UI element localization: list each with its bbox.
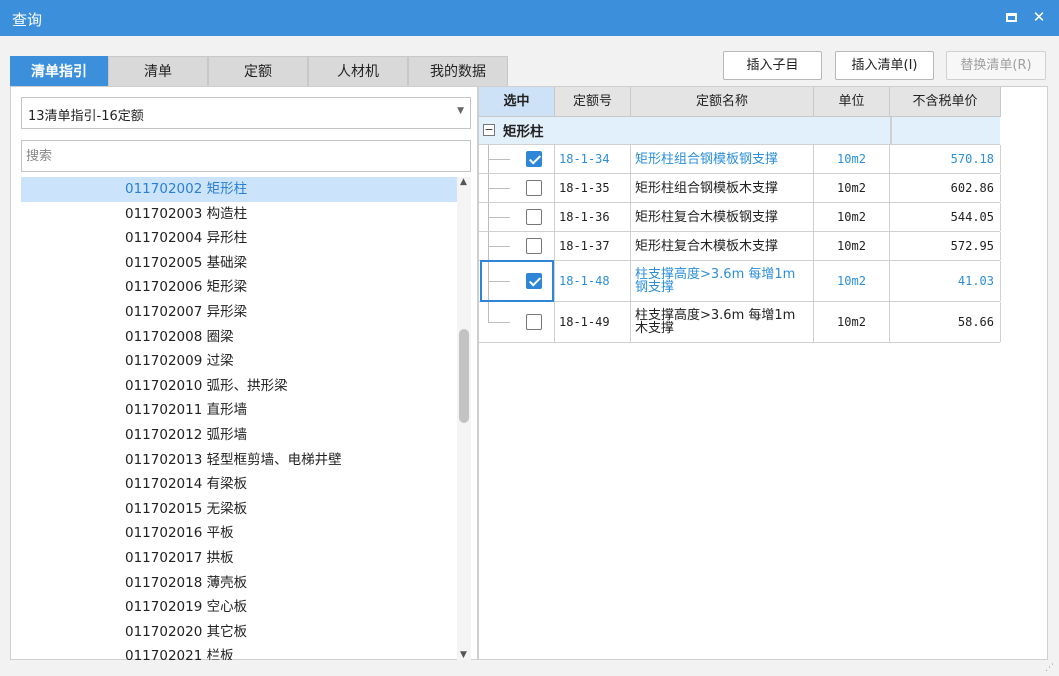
list-item[interactable]: 011702020 其它板 (21, 620, 457, 645)
row-code: 18-1-36 (555, 203, 631, 231)
guide-library-select[interactable]: 13清单指引-16定额 ▼ (21, 97, 471, 129)
row-price: 544.05 (890, 203, 1001, 231)
vertical-scrollbar[interactable]: ▲ ▼ (457, 177, 471, 660)
row-price: 41.03 (890, 261, 1001, 301)
header-price[interactable]: 不含税单价 (890, 87, 1001, 117)
tab-my-data[interactable]: 我的数据 (408, 56, 508, 86)
insert-list-button[interactable]: 插入清单(I) (835, 51, 934, 80)
group-label: 矩形柱 (503, 124, 544, 140)
list-item[interactable]: 011702010 弧形、拱形梁 (21, 374, 457, 399)
window-title: 查询 (12, 11, 43, 29)
scrollbar-thumb[interactable] (459, 329, 469, 423)
row-unit: 10m2 (814, 232, 890, 260)
list-item[interactable]: 011702016 平板 (21, 521, 457, 546)
tab-list-guide[interactable]: 清单指引 (10, 56, 108, 86)
header-quota-code[interactable]: 定额号 (555, 87, 631, 117)
row-code: 18-1-35 (555, 174, 631, 202)
list-item[interactable]: 011702012 弧形墙 (21, 423, 457, 448)
list-item[interactable]: 011702004 异形柱 (21, 226, 457, 251)
row-select-cell (479, 145, 555, 173)
row-select-cell (479, 203, 555, 231)
close-button[interactable]: ✕ (1029, 7, 1049, 27)
guide-tree: 011702002 矩形柱 011702003 构造柱 011702004 异形柱 0… (21, 177, 457, 660)
row-unit: 10m2 (814, 174, 890, 202)
tab-quota[interactable]: 定额 (208, 56, 308, 86)
list-item[interactable]: 011702015 无梁板 (21, 497, 457, 522)
list-item[interactable]: 011702006 矩形梁 (21, 275, 457, 300)
group-row[interactable]: − 矩形柱 (479, 117, 1000, 145)
row-unit: 10m2 (814, 145, 890, 173)
table-row[interactable]: 18-1-34 矩形柱组合钢模板钢支撑 10m2 570.18 (479, 145, 1001, 174)
chevron-down-icon: ▼ (457, 106, 464, 116)
row-name: 柱支撑高度>3.6m 每增1m 木支撑 (631, 302, 814, 342)
list-item[interactable]: 011702002 矩形柱 (21, 177, 457, 202)
dialog-body: 清单指引 清单 定额 人材机 我的数据 插入子目 插入清单(I) 替换清单(R)… (0, 36, 1059, 676)
close-icon: ✕ (1032, 8, 1046, 26)
row-unit: 10m2 (814, 203, 890, 231)
list-item[interactable]: 011702017 拱板 (21, 546, 457, 571)
list-item[interactable]: 011702007 异形梁 (21, 300, 457, 325)
row-name: 柱支撑高度>3.6m 每增1m 钢支撑 (631, 261, 814, 301)
guide-library-value: 13清单指引-16定额 (28, 109, 144, 124)
row-name: 矩形柱组合钢模板木支撑 (631, 174, 814, 202)
list-item[interactable]: 011702005 基础梁 (21, 251, 457, 276)
row-name-line2: 木支撑 (635, 321, 675, 336)
row-select-cell (479, 232, 555, 260)
insert-child-button[interactable]: 插入子目 (723, 51, 822, 80)
list-item[interactable]: 011702013 轻型框剪墙、电梯井壁 (21, 448, 457, 473)
list-item[interactable]: 011702011 直形墙 (21, 398, 457, 423)
resize-grip-icon[interactable]: ⋰ (1045, 663, 1055, 673)
collapse-icon[interactable]: − (483, 124, 495, 136)
list-item[interactable]: 011702008 圈梁 (21, 325, 457, 350)
replace-list-button[interactable]: 替换清单(R) (946, 51, 1046, 80)
row-price: 58.66 (890, 302, 1001, 342)
tab-list[interactable]: 清单 (108, 56, 208, 86)
row-unit: 10m2 (814, 302, 890, 342)
table-row[interactable]: 18-1-35 矩形柱组合钢模板木支撑 10m2 602.86 (479, 174, 1001, 203)
list-item[interactable]: 011702003 构造柱 (21, 202, 457, 227)
quota-grid-panel: 选中 定额号 定额名称 单位 不含税单价 − 矩形柱 18-1-34 矩形柱组合… (478, 86, 1048, 660)
list-item[interactable]: 011702014 有梁板 (21, 472, 457, 497)
maximize-button[interactable] (1001, 7, 1021, 27)
header-quota-name[interactable]: 定额名称 (631, 87, 814, 117)
row-price: 570.18 (890, 145, 1001, 173)
maximize-icon (1005, 13, 1017, 22)
table-row[interactable]: 18-1-36 矩形柱复合木模板钢支撑 10m2 544.05 (479, 203, 1001, 232)
group-divider (890, 117, 892, 145)
header-selected[interactable]: 选中 (479, 87, 555, 117)
row-price: 602.86 (890, 174, 1001, 202)
row-select-cell (479, 261, 555, 301)
row-select-cell (479, 174, 555, 202)
row-code: 18-1-34 (555, 145, 631, 173)
guide-panel: 13清单指引-16定额 ▼ 011702002 矩形柱011702003 构造柱… (10, 86, 478, 660)
row-price: 572.95 (890, 232, 1001, 260)
row-name: 矩形柱组合钢模板钢支撑 (631, 145, 814, 173)
row-code: 18-1-49 (555, 302, 631, 342)
table-row[interactable]: 18-1-48 柱支撑高度>3.6m 每增1m 钢支撑 10m2 41.03 (479, 260, 1001, 302)
header-unit[interactable]: 单位 (814, 87, 890, 117)
table-row[interactable]: 18-1-49 柱支撑高度>3.6m 每增1m 木支撑 10m2 58.66 (479, 302, 1001, 343)
scroll-down-icon[interactable]: ▼ (460, 650, 467, 660)
row-name: 矩形柱复合木模板钢支撑 (631, 203, 814, 231)
table-row[interactable]: 18-1-37 矩形柱复合木模板木支撑 10m2 572.95 (479, 232, 1001, 261)
row-unit: 10m2 (814, 261, 890, 301)
search-input[interactable] (21, 140, 471, 172)
list-item[interactable]: 011702019 空心板 (21, 595, 457, 620)
list-item[interactable]: 011702021 栏板 (21, 644, 457, 660)
list-item[interactable]: 011702009 过梁 (21, 349, 457, 374)
row-code: 18-1-48 (555, 261, 631, 301)
scroll-up-icon[interactable]: ▲ (460, 177, 467, 187)
tab-labor-material-machine[interactable]: 人材机 (308, 56, 408, 86)
title-bar: 查询 ✕ (0, 0, 1059, 36)
row-name: 矩形柱复合木模板木支撑 (631, 232, 814, 260)
row-name-line2: 钢支撑 (635, 280, 675, 295)
list-item[interactable]: 011702018 薄壳板 (21, 571, 457, 596)
row-code: 18-1-37 (555, 232, 631, 260)
row-select-cell (479, 302, 555, 342)
